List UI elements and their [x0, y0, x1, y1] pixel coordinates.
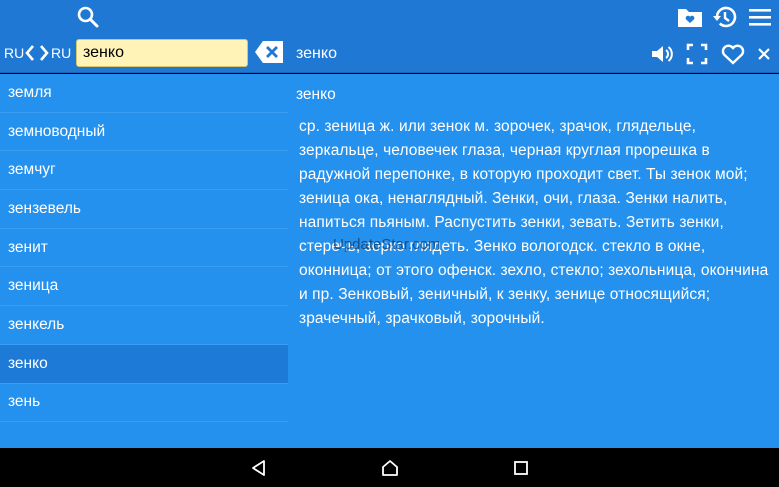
close-icon[interactable]	[750, 40, 778, 68]
search-bar: RU RU зенко	[0, 35, 779, 73]
search-input[interactable]	[76, 39, 248, 67]
watermark: UpdateStar.com	[333, 236, 441, 253]
list-item[interactable]: зень	[0, 384, 288, 423]
list-item[interactable]: земля	[0, 74, 288, 113]
search-icon[interactable]	[74, 3, 102, 31]
saved-folder-icon[interactable]	[676, 3, 704, 31]
article-panel: зенко ср. зеница ж. или зенок м. зорочек…	[288, 74, 779, 448]
list-item[interactable]: земчуг	[0, 151, 288, 191]
history-icon[interactable]	[711, 3, 739, 31]
system-nav-bar	[0, 448, 779, 487]
home-icon[interactable]	[380, 458, 400, 478]
swap-languages-icon[interactable]	[24, 44, 50, 62]
list-item[interactable]: зенкель	[0, 306, 288, 345]
menu-icon[interactable]	[746, 3, 774, 31]
article-title: зенко	[296, 45, 337, 62]
list-item[interactable]: зеница	[0, 267, 288, 307]
recents-icon[interactable]	[511, 458, 531, 478]
source-language[interactable]: RU	[4, 45, 24, 61]
list-item[interactable]: зенит	[0, 229, 288, 268]
fullscreen-icon[interactable]	[683, 40, 711, 68]
article-definition: ср. зеница ж. или зенок м. зорочек, зрач…	[299, 118, 769, 327]
target-language[interactable]: RU	[51, 45, 71, 61]
list-item[interactable]: земноводный	[0, 113, 288, 152]
word-list: земля земноводный земчуг зензевель зенит…	[0, 74, 288, 448]
back-icon[interactable]	[249, 458, 269, 478]
list-item[interactable]: зензевель	[0, 190, 288, 229]
favorite-icon[interactable]	[719, 40, 747, 68]
list-item-selected[interactable]: зенко	[0, 344, 288, 384]
clear-input-icon[interactable]	[254, 40, 284, 64]
app-toolbar	[0, 0, 779, 35]
speaker-icon[interactable]	[648, 40, 676, 68]
article-headword: зенко	[296, 86, 336, 103]
